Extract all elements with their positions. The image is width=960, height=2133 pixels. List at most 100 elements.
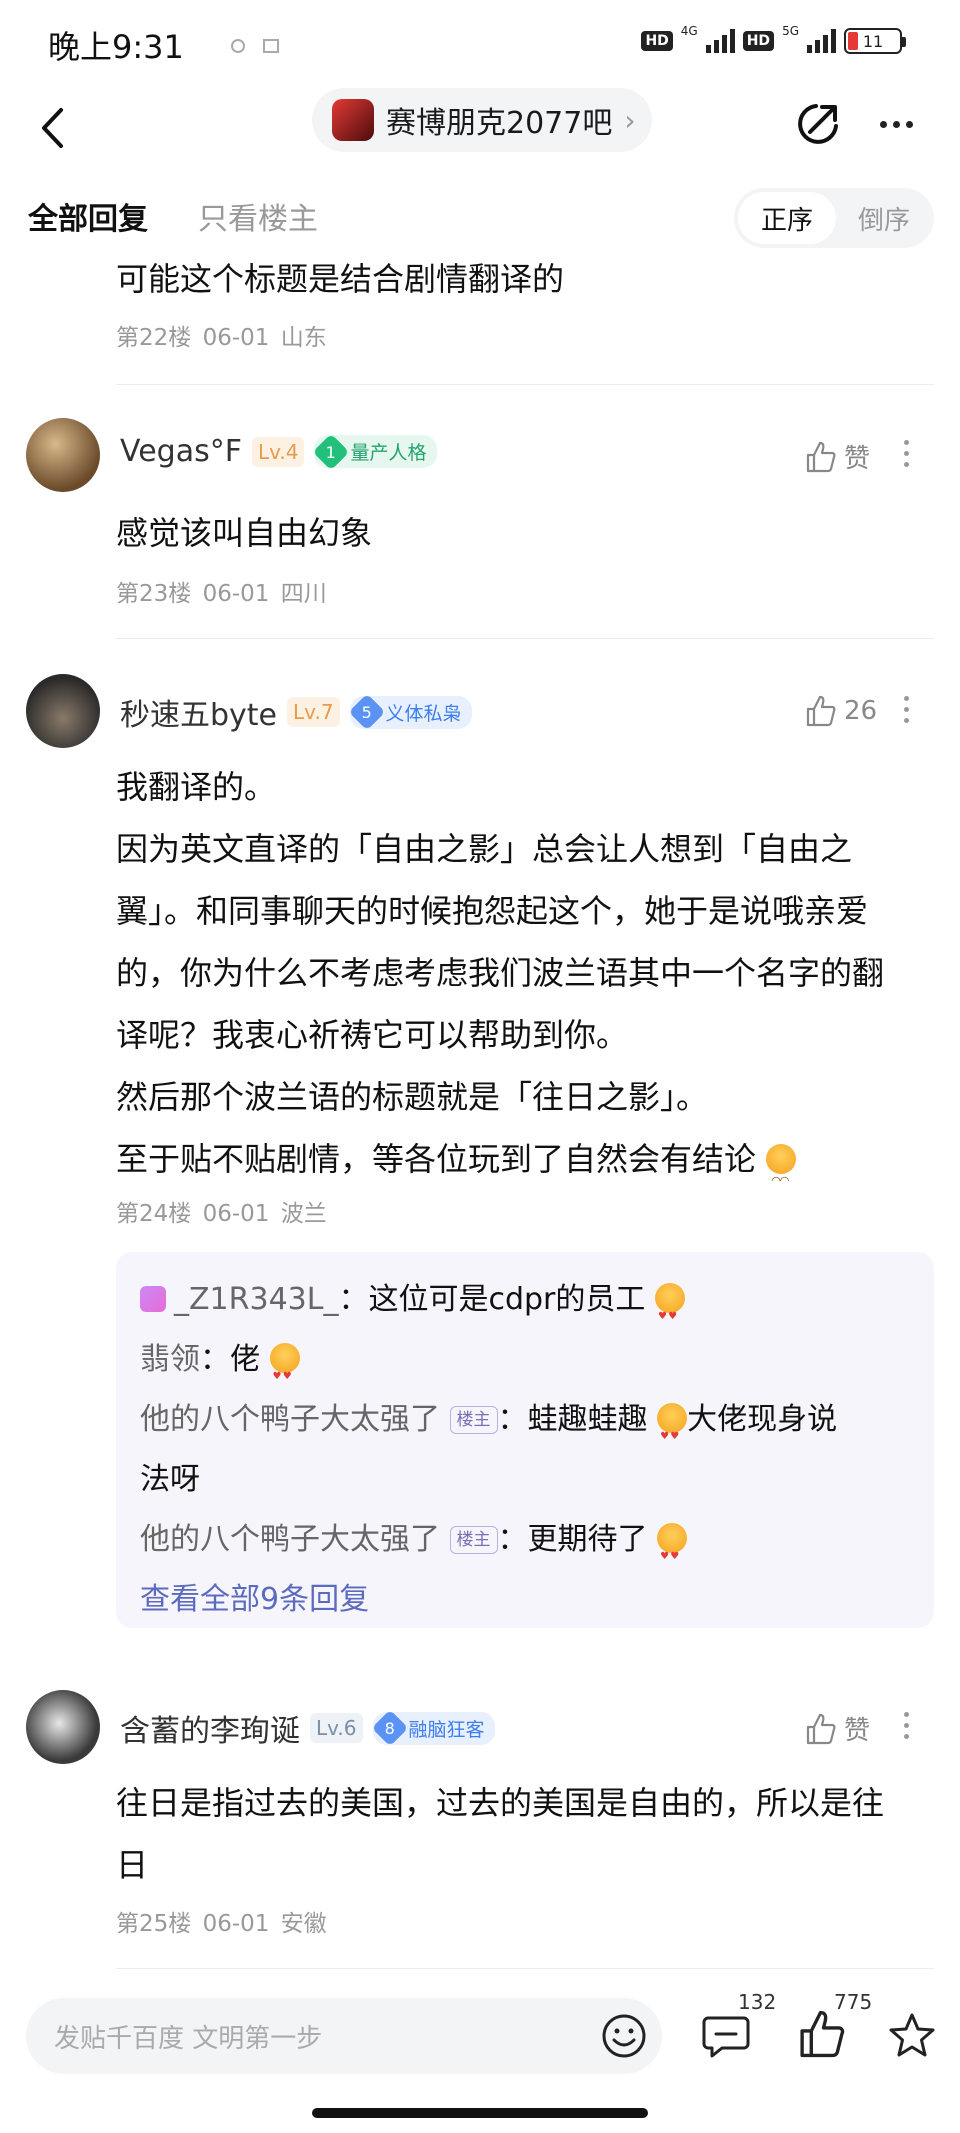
avatar[interactable] (26, 674, 100, 748)
level-badge: Lv.6 (310, 1713, 363, 1743)
reply-text: 这位可是cdpr的员工 (368, 1282, 646, 1317)
chevron-right-icon: › (624, 103, 636, 137)
post-line: 往日是指过去的美国，过去的美国是自由的，所以是往 (116, 1784, 885, 1822)
post-meta: 第25楼 06-01 安徽 (116, 1904, 327, 1938)
post-text: 感觉该叫自由幻象 (116, 514, 373, 552)
like-count: 775 (834, 1990, 873, 2014)
heart-eyes-emoji-icon (269, 1343, 300, 1407)
heart-eyes-emoji-icon (657, 1523, 688, 1587)
more-button[interactable] (868, 96, 924, 152)
thumbs-up-icon (800, 2010, 845, 2058)
honor-level-icon: 5 (348, 693, 385, 731)
like-button[interactable]: 26 (804, 694, 877, 728)
heart-eyes-emoji-icon (654, 1283, 685, 1347)
divider (116, 1968, 934, 1969)
like-button[interactable]: 赞 (804, 1710, 870, 1747)
avatar[interactable] (26, 1690, 100, 1764)
network-4g: 4G (680, 24, 698, 38)
post-date: 06-01 (202, 1201, 270, 1227)
divider (116, 384, 934, 385)
post-meta: 第23楼 06-01 四川 (116, 574, 327, 608)
like-label: 赞 (844, 444, 871, 474)
reply-text: 蛙趣蛙趣 (527, 1402, 648, 1437)
smiley-icon (602, 2014, 646, 2058)
more-options-button[interactable] (904, 696, 909, 723)
thread-like-button[interactable] (796, 2008, 848, 2060)
like-count: 26 (844, 696, 878, 726)
more-options-button[interactable] (904, 440, 909, 467)
op-tag: 楼主 (449, 1526, 498, 1554)
reply-author[interactable]: 他的八个鸭子大太强了 (140, 1522, 440, 1557)
reply-text-2: 大佬现身说 (687, 1402, 838, 1437)
hd-badge-2: HD (742, 31, 775, 51)
post-line: 然后那个波兰语的标题就是「往日之影」。 (116, 1078, 709, 1116)
reply-text: 更期待了 (527, 1522, 648, 1557)
avatar[interactable] (26, 418, 100, 492)
sort-toggle: 正序 倒序 (734, 188, 934, 248)
view-all-replies-link[interactable]: 查看全部9条回复 (140, 1570, 910, 1630)
honor-title: 融脑狂客 (408, 1718, 485, 1741)
dot (879, 120, 887, 128)
post-line: 因为英文直译的「自由之影」总会让人想到「自由之 (116, 830, 853, 868)
sub-reply: 翡领：佬 (140, 1330, 910, 1407)
home-indicator[interactable] (312, 2108, 648, 2118)
post-region: 波兰 (280, 1201, 327, 1227)
honor-level-icon: 8 (371, 1709, 408, 1747)
dot (892, 120, 900, 128)
bottom-bar: 发贴千百度 文明第一步 132 775 (0, 1990, 960, 2090)
thumbs-up-icon (806, 695, 836, 727)
post-body: 我翻译的。 因为英文直译的「自由之影」总会让人想到「自由之 翼」。和同事聊天的时… (116, 756, 936, 1212)
post-region: 安徽 (280, 1911, 327, 1937)
post-line: 翼」。和同事聊天的时候抱怨起这个，她于是说哦亲爱 (116, 892, 869, 930)
emoji-button[interactable] (600, 2012, 648, 2060)
compose-input[interactable]: 发贴千百度 文明第一步 (26, 1998, 662, 2074)
sub-replies[interactable]: _Z1R343L_：这位可是cdpr的员工 翡领：佬 他的八个鸭子大太强了 楼主… (116, 1252, 934, 1628)
post-line: 的，你为什么不考虑考虑我们波兰语其中一个名字的翻 (116, 954, 885, 992)
heart-eyes-emoji-icon (657, 1403, 688, 1467)
sub-reply: 他的八个鸭子大太强了 楼主 ：更期待了 (140, 1510, 910, 1587)
level-badge: Lv.4 (251, 436, 305, 467)
reply-author[interactable]: _Z1R343L_ (174, 1282, 338, 1317)
honor-badge: 5 义体私枭 (348, 693, 472, 731)
sort-ascending-button[interactable]: 正序 (738, 192, 836, 244)
user-row: 秒速五byte Lv.7 5 义体私枭 (120, 690, 472, 734)
sub-reply: 他的八个鸭子大太强了 楼主：蛙趣蛙趣 大佬现身说 (140, 1390, 910, 1467)
comment-icon (702, 2016, 750, 2058)
post-line: 译呢？我衷心祈祷它可以帮助到你。 (116, 1016, 629, 1054)
sub-reply: _Z1R343L_：这位可是cdpr的员工 (140, 1270, 910, 1347)
forum-entry-button[interactable]: 赛博朋克2077吧 › (312, 88, 652, 152)
header: 赛博朋克2077吧 › (0, 84, 960, 184)
reply-author[interactable]: 翡领 (140, 1342, 200, 1377)
honor-title: 义体私枭 (385, 702, 462, 725)
chevron-left-icon (42, 108, 63, 148)
more-options-button[interactable] (904, 1712, 909, 1739)
username[interactable]: 含蓄的李珣诞 (120, 1706, 300, 1750)
star-icon (889, 2013, 935, 2057)
sub-reply-wrap: 法呀 (140, 1462, 200, 1497)
reply-author[interactable]: 他的八个鸭子大太强了 (140, 1402, 440, 1437)
back-button[interactable] (28, 100, 76, 156)
tab-only-op[interactable]: 只看楼主 (198, 194, 318, 238)
mute-icon (230, 34, 290, 62)
username[interactable]: Vegas°F (120, 434, 242, 469)
share-button[interactable] (790, 96, 846, 152)
smile-emoji-icon (766, 1144, 797, 1212)
comment-button[interactable] (700, 2012, 752, 2060)
post-text: 可能这个标题是结合剧情翻译的 (116, 260, 565, 298)
sort-descending-button[interactable]: 倒序 (838, 192, 930, 244)
post-date: 06-01 (202, 1911, 270, 1937)
post-meta: 第24楼 06-01 波兰 (116, 1194, 327, 1228)
post-region: 四川 (280, 581, 327, 607)
battery-level: 11 (862, 31, 884, 51)
post-date: 06-01 (202, 325, 270, 351)
like-button[interactable]: 赞 (804, 438, 870, 475)
reply-text: 佬 (230, 1342, 260, 1377)
signal-icon (705, 29, 735, 53)
favorite-button[interactable] (886, 2010, 938, 2062)
status-time: 晚上9:31 (48, 28, 184, 66)
forum-avatar (332, 99, 374, 141)
battery-icon: 11 (844, 28, 906, 54)
honor-level-icon: 1 (313, 433, 350, 470)
username[interactable]: 秒速五byte (120, 690, 277, 734)
tab-all-replies[interactable]: 全部回复 (28, 194, 148, 238)
